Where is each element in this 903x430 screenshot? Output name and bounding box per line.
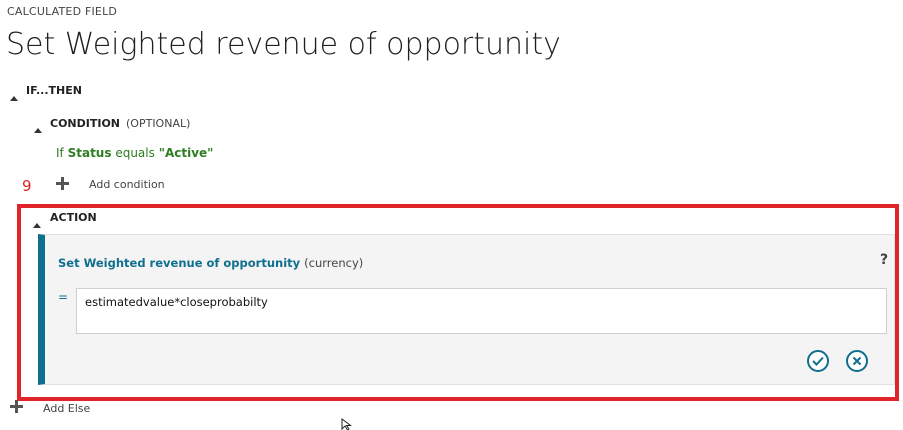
condition-label: CONDITION [50, 117, 121, 130]
add-condition-plus-icon[interactable] [56, 177, 69, 190]
action-label: ACTION [50, 211, 97, 224]
calculated-field-label: CALCULATED FIELD [7, 5, 118, 18]
check-circle-icon [812, 356, 824, 366]
condition-collapse-toggle[interactable] [34, 118, 42, 137]
rule-value: "Active" [158, 146, 214, 160]
if-then-collapse-toggle[interactable] [10, 86, 18, 105]
condition-optional-label: (OPTIONAL) [126, 117, 191, 130]
action-field-type: (currency) [304, 256, 364, 270]
add-condition-link[interactable]: Add condition [89, 178, 165, 191]
x-circle-icon [852, 356, 862, 366]
equals-sign: = [58, 290, 69, 304]
action-collapse-toggle[interactable] [33, 213, 41, 232]
page-title: Set Weighted revenue of opportunity [6, 27, 561, 62]
collapse-triangle-icon [10, 96, 18, 101]
collapse-triangle-icon [34, 128, 42, 133]
add-else-plus-icon[interactable] [10, 400, 23, 413]
confirm-button[interactable] [807, 350, 829, 372]
rule-operator: equals [115, 146, 155, 160]
condition-header: CONDITION (OPTIONAL) [50, 117, 190, 130]
expression-input[interactable]: estimatedvalue*closeprobabilty [76, 288, 887, 334]
if-then-label: IF...THEN [26, 84, 82, 97]
action-target-field: Set Weighted revenue of opportunity [58, 256, 301, 270]
annotation-number: 9 [22, 177, 32, 195]
rule-prefix: If [56, 146, 64, 160]
mouse-cursor-icon [341, 418, 352, 430]
action-title: Set Weighted revenue of opportunity (cur… [58, 256, 363, 270]
add-else-link[interactable]: Add Else [43, 402, 90, 415]
condition-rule[interactable]: If Status equals "Active" [56, 146, 213, 160]
action-panel[interactable]: Set Weighted revenue of opportunity (cur… [38, 234, 895, 385]
help-icon[interactable]: ? [880, 252, 888, 268]
cancel-button[interactable] [846, 350, 868, 372]
collapse-triangle-icon [33, 223, 41, 228]
rule-field: Status [67, 146, 112, 160]
